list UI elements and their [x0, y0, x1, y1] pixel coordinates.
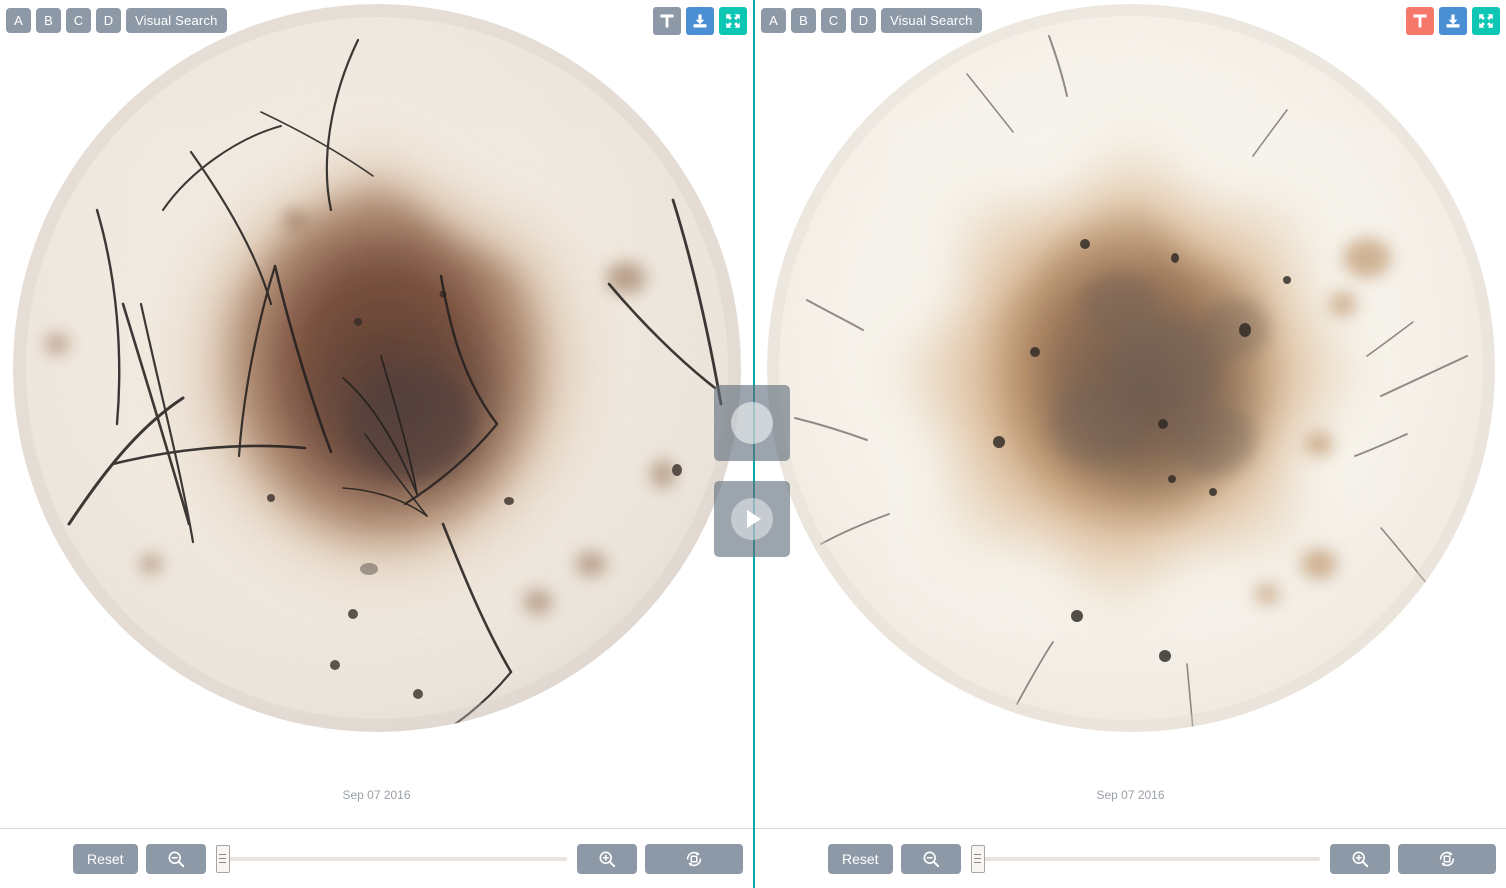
fullscreen-icon[interactable] — [719, 7, 747, 35]
text-annotation-icon[interactable] — [653, 7, 681, 35]
image-stage-left[interactable]: Sep 07 2016 — [0, 0, 753, 828]
zoom-in-icon[interactable] — [1330, 843, 1390, 874]
visual-search-button[interactable]: Visual Search — [881, 8, 982, 33]
download-icon[interactable] — [686, 7, 714, 35]
reset-button[interactable]: Reset — [73, 843, 138, 874]
sidebar-item-mode-d[interactable]: D — [96, 8, 121, 33]
sync-drag-handle[interactable] — [714, 385, 790, 461]
visual-search-button[interactable]: Visual Search — [126, 8, 227, 33]
action-button-group-right — [1406, 7, 1500, 35]
sidebar-item-mode-d[interactable]: D — [851, 8, 876, 33]
image-panel-left: A B C D Visual Search Sep 07 2016 Reset — [0, 0, 753, 888]
sidebar-item-mode-a[interactable]: A — [6, 8, 31, 33]
rotate-icon[interactable] — [1398, 843, 1496, 874]
comparison-viewer: A B C D Visual Search Sep 07 2016 Reset … — [0, 0, 1506, 888]
image-date-caption: Sep 07 2016 — [342, 788, 411, 802]
play-button[interactable] — [714, 481, 790, 557]
zoom-out-icon[interactable] — [145, 843, 206, 874]
image-panel-right: A B C D Visual Search Sep 07 2016 Reset — [753, 0, 1506, 888]
reset-button[interactable]: Reset — [828, 843, 893, 874]
zoom-out-icon[interactable] — [900, 843, 961, 874]
text-annotation-icon[interactable] — [1406, 7, 1434, 35]
sidebar-item-mode-c[interactable]: C — [66, 8, 91, 33]
lesion-render-left — [12, 4, 741, 732]
dermoscopy-image-right[interactable] — [766, 4, 1495, 732]
lesion-render-right — [766, 4, 1495, 732]
sidebar-item-mode-a[interactable]: A — [761, 8, 786, 33]
dermoscopy-image-left[interactable] — [12, 4, 741, 732]
sidebar-item-mode-c[interactable]: C — [821, 8, 846, 33]
zoom-slider[interactable] — [215, 844, 567, 874]
image-stage-right[interactable]: Sep 07 2016 — [755, 0, 1506, 828]
zoom-slider-track — [970, 856, 1320, 861]
play-icon — [731, 498, 773, 540]
zoom-slider[interactable] — [970, 844, 1320, 874]
zoom-slider-track — [215, 856, 567, 861]
mode-button-group-left: A B C D Visual Search — [6, 8, 227, 33]
rotate-icon[interactable] — [645, 843, 743, 874]
image-date-caption: Sep 07 2016 — [1096, 788, 1165, 802]
sidebar-item-mode-b[interactable]: B — [36, 8, 61, 33]
download-icon[interactable] — [1439, 7, 1467, 35]
fullscreen-icon[interactable] — [1472, 7, 1500, 35]
drag-knob-icon — [731, 402, 773, 444]
bottom-toolbar-left: Reset — [0, 828, 753, 888]
center-sync-controls — [714, 385, 790, 557]
zoom-in-icon[interactable] — [577, 843, 637, 874]
zoom-slider-handle[interactable] — [970, 844, 985, 873]
bottom-toolbar-right: Reset — [755, 828, 1506, 888]
action-button-group-left — [653, 7, 747, 35]
mode-button-group-right: A B C D Visual Search — [761, 8, 982, 33]
sidebar-item-mode-b[interactable]: B — [791, 8, 816, 33]
zoom-slider-handle[interactable] — [215, 844, 230, 873]
